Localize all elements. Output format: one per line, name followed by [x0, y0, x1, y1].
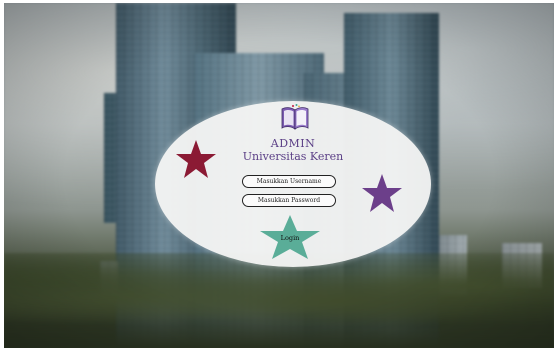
- red-star-icon: [176, 140, 216, 178]
- login-card: ADMIN Universitas Keren Login: [155, 101, 431, 267]
- username-input[interactable]: [242, 175, 336, 188]
- login-screen: ADMIN Universitas Keren Login: [4, 3, 554, 348]
- password-input[interactable]: [242, 194, 336, 207]
- open-book-icon: [281, 104, 309, 130]
- purple-star-icon: [362, 174, 402, 212]
- login-button[interactable]: Login: [259, 214, 321, 260]
- login-label: Login: [280, 234, 300, 242]
